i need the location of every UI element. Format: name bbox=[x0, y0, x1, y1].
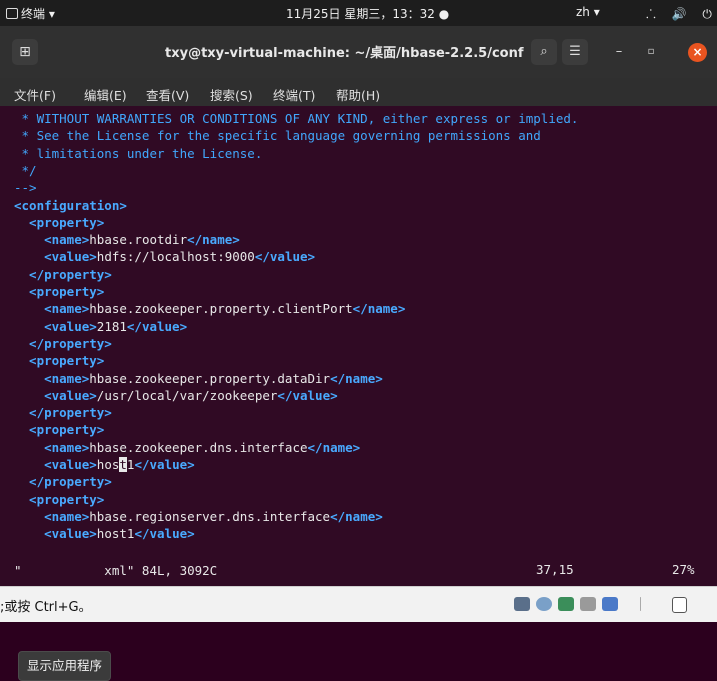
vim-status-file: " xml" 84L, 3092C bbox=[14, 563, 218, 578]
buffer-line: <name>hbase.rootdir</name> bbox=[14, 232, 240, 248]
host-hint-text: ;或按 Ctrl+G。 bbox=[0, 600, 92, 615]
vim-scroll-percent: 27% bbox=[672, 562, 695, 577]
buffer-line: <name>hbase.zookeeper.property.dataDir</… bbox=[14, 370, 383, 386]
buffer-line: </property> bbox=[14, 335, 112, 351]
buffer-line: </property> bbox=[14, 474, 112, 490]
buffer-line: <value>hdfs://localhost:9000</value> bbox=[14, 249, 316, 265]
search-icon[interactable]: ⌕ bbox=[531, 39, 557, 65]
buffer-line: <property> bbox=[14, 214, 105, 230]
vm-host-statusbar: ;或按 Ctrl+G。 bbox=[0, 586, 717, 622]
terminal-menubar: 文件(F) 编辑(E) 查看(V) 搜索(S) 终端(T) 帮助(H) bbox=[0, 78, 717, 106]
menu-view[interactable]: 查看(V) bbox=[146, 85, 189, 104]
buffer-line: * limitations under the License. bbox=[14, 145, 263, 161]
buffer-line: * See the License for the specific langu… bbox=[14, 128, 541, 144]
buffer-line: <property> bbox=[14, 491, 105, 507]
window-title: txy@txy-virtual-machine: ~/桌面/hbase-2.2.… bbox=[165, 46, 524, 61]
text-cursor: t bbox=[119, 457, 127, 472]
gnome-top-bar: 终端 ▾ 11月25日 星期三，13：32 ● zh ▾ ⸫ 🔊 ⏻ ▾ bbox=[0, 0, 717, 26]
buffer-line: */ bbox=[14, 162, 37, 178]
sound-icon[interactable] bbox=[602, 597, 618, 611]
buffer-line: <value>2181</value> bbox=[14, 318, 188, 334]
buffer-line: <value>host1</value> bbox=[14, 457, 195, 472]
printer-icon[interactable] bbox=[580, 597, 596, 611]
network-icon[interactable] bbox=[558, 597, 574, 611]
buffer-line: </property> bbox=[14, 405, 112, 421]
harddisk-icon[interactable] bbox=[514, 597, 530, 611]
buffer-line: <value>/usr/local/var/zookeeper</value> bbox=[14, 387, 338, 403]
message-icon[interactable] bbox=[672, 597, 687, 613]
app-menu-label: 终端 ▾ bbox=[21, 7, 55, 21]
window-titlebar: ⊞ txy@txy-virtual-machine: ~/桌面/hbase-2.… bbox=[0, 26, 717, 78]
menu-file[interactable]: 文件(F) bbox=[14, 85, 56, 104]
buffer-line: <property> bbox=[14, 422, 105, 438]
buffer-line: <configuration> bbox=[14, 197, 127, 213]
activities-app-menu[interactable]: 终端 ▾ bbox=[6, 5, 55, 22]
new-tab-button[interactable]: ⊞ bbox=[12, 39, 38, 65]
tray-divider bbox=[640, 597, 641, 611]
buffer-line: <name>hbase.regionserver.dns.interface</… bbox=[14, 508, 383, 524]
terminal-app-icon bbox=[6, 8, 18, 19]
buffer-line: <property> bbox=[14, 353, 105, 369]
input-method-indicator[interactable]: zh ▾ bbox=[576, 5, 600, 19]
buffer-line: <name>hbase.zookeeper.property.clientPor… bbox=[14, 301, 406, 317]
clock[interactable]: 11月25日 星期三，13：32 ● bbox=[286, 5, 449, 22]
buffer-line: <property> bbox=[14, 284, 105, 299]
maximize-button[interactable]: ▫ bbox=[638, 39, 664, 65]
minimize-button[interactable]: – bbox=[606, 39, 632, 65]
vim-cursor-position: 37,15 bbox=[536, 562, 574, 577]
buffer-line: </property> bbox=[14, 266, 112, 282]
cd-icon[interactable] bbox=[536, 597, 552, 611]
buffer-line: <value>host1</value> bbox=[14, 526, 195, 542]
buffer-line: <name>hbase.zookeeper.dns.interface</nam… bbox=[14, 439, 361, 455]
menu-edit[interactable]: 编辑(E) bbox=[84, 85, 127, 104]
system-status-icons[interactable]: ⸫ 🔊 ⏻ ▾ bbox=[646, 5, 717, 22]
menu-terminal[interactable]: 终端(T) bbox=[273, 85, 315, 104]
menu-search[interactable]: 搜索(S) bbox=[210, 85, 253, 104]
close-button[interactable]: × bbox=[688, 43, 707, 62]
buffer-line: --> bbox=[14, 180, 37, 196]
buffer-line: * WITHOUT WARRANTIES OR CONDITIONS OF AN… bbox=[14, 111, 579, 126]
terminal-content[interactable]: * WITHOUT WARRANTIES OR CONDITIONS OF AN… bbox=[0, 106, 717, 681]
hamburger-menu-icon[interactable]: ☰ bbox=[562, 39, 588, 65]
show-applications-tooltip: 显示应用程序 bbox=[18, 651, 112, 681]
menu-help[interactable]: 帮助(H) bbox=[336, 85, 380, 104]
